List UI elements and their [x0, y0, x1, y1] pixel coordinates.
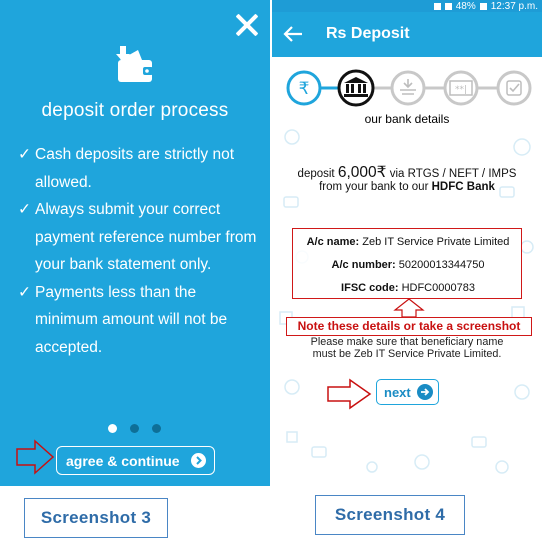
next-label: next: [384, 384, 411, 400]
bank-details-box: A/c name: Zeb IT Service Private Limited…: [292, 228, 522, 299]
account-name-value: Zeb IT Service Private Limited: [362, 236, 510, 248]
annotation-arrow: [393, 298, 425, 318]
beneficiary-warning-line2: must be Zeb IT Service Private Limited.: [312, 348, 502, 360]
back-arrow-icon[interactable]: [282, 24, 304, 44]
deposit-instruction-line2: from your bank to our HDFC Bank: [272, 181, 542, 193]
page-dot-2[interactable]: [130, 424, 139, 433]
deposit-icon: [390, 70, 426, 106]
beneficiary-warning-line1: Please make sure that beneficiary name: [310, 336, 504, 348]
step-caption: our bank details: [364, 112, 450, 126]
rule-text: Always submit your correct payment refer…: [35, 201, 257, 273]
rule-item: ✓ Payments less than the minimum amount …: [18, 279, 258, 362]
check-icon: [496, 70, 532, 106]
page-dot-1[interactable]: [108, 424, 117, 433]
password-icon: **|: [443, 70, 479, 106]
beneficiary-warning: Please make sure that beneficiary name m…: [272, 336, 542, 360]
page-indicator: [108, 424, 161, 433]
rule-item: ✓ Always submit your correct payment ref…: [18, 196, 258, 279]
chevron-right-icon: [191, 453, 206, 468]
screenshot-note: Note these details or take a screenshot: [286, 317, 532, 336]
panel-title: deposit order process: [41, 100, 229, 121]
deposit-prefix: deposit: [297, 168, 335, 180]
rupee-icon: ₹: [286, 70, 322, 106]
deposit-order-process-panel: deposit order process ✓ Cash deposits ar…: [0, 0, 270, 486]
rule-text: Cash deposits are strictly not allowed.: [35, 146, 235, 191]
account-number-value: 50200013344750: [398, 259, 485, 271]
caption-screenshot-4: Screenshot 4: [315, 495, 465, 535]
bank-icon: [337, 69, 375, 107]
check-icon: ✓: [18, 283, 31, 301]
annotation-arrow: [327, 378, 372, 410]
annotation-arrow: [16, 439, 55, 475]
account-name-label: A/c name:: [306, 236, 360, 248]
page-dot-3[interactable]: [152, 424, 161, 433]
progress-steps: ₹ **|: [286, 69, 532, 107]
account-name-row: A/c name: Zeb IT Service Private Limited: [293, 236, 523, 248]
check-icon: ✓: [18, 146, 31, 163]
deposit-methods: via RTGS / NEFT / IMPS: [389, 168, 517, 180]
battery-level: 48%: [455, 0, 476, 12]
svg-text:₹: ₹: [299, 79, 310, 99]
check-icon: ✓: [18, 201, 31, 218]
bank-name: HDFC Bank: [431, 181, 495, 193]
rs-deposit-screen: 48% 12:37 p.m. Rs Deposit ₹ **| our bank…: [272, 0, 542, 486]
deposit-amount: 6,000₹: [337, 164, 387, 181]
app-bar: Rs Deposit: [272, 12, 542, 57]
caption-screenshot-3: Screenshot 3: [24, 498, 168, 538]
agree-continue-label: agree & continue: [66, 452, 180, 469]
ifsc-label: IFSC code:: [341, 282, 399, 294]
close-icon[interactable]: [232, 10, 262, 40]
ifsc-row: IFSC code: HDFC0000783: [293, 282, 523, 294]
account-number-label: A/c number:: [331, 259, 396, 271]
agree-continue-button[interactable]: agree & continue: [56, 446, 215, 475]
ifsc-value: HDFC0000783: [401, 282, 475, 294]
deposit-instruction: deposit 6,000₹ via RTGS / NEFT / IMPS: [272, 163, 542, 182]
wallet-icon: [116, 46, 153, 82]
next-button[interactable]: next: [376, 379, 439, 405]
svg-text:**|: **|: [455, 85, 467, 95]
battery-icon: [479, 2, 487, 10]
deposit-line2-prefix: from your bank to our: [319, 181, 429, 193]
status-bar: 48% 12:37 p.m.: [272, 0, 542, 12]
notification-icon: [444, 2, 452, 10]
clock: 12:37 p.m.: [490, 0, 538, 12]
screenshot-comparison: deposit order process ✓ Cash deposits ar…: [0, 0, 542, 550]
account-number-row: A/c number: 50200013344750: [293, 259, 523, 271]
notification-icon: [433, 2, 441, 10]
rule-text: Payments less than the minimum amount wi…: [35, 283, 228, 356]
rule-item: ✓ Cash deposits are strictly not allowed…: [18, 141, 258, 196]
arrow-right-icon: [417, 384, 433, 400]
screen-title: Rs Deposit: [326, 25, 410, 42]
rules-list: ✓ Cash deposits are strictly not allowed…: [18, 141, 258, 361]
